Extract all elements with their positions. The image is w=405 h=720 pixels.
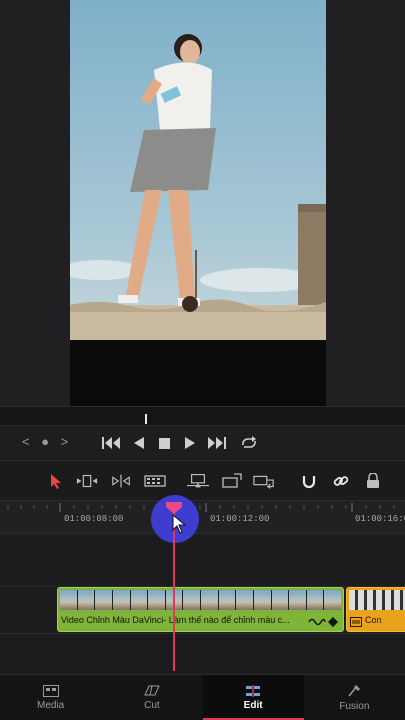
selection-tool-button[interactable] (45, 471, 67, 491)
dynamic-trim-icon (112, 474, 130, 488)
linked-selection-toggle[interactable] (330, 471, 352, 491)
viewer-scrubber[interactable] (0, 406, 405, 426)
skip-forward-icon (208, 437, 226, 449)
timeline-ruler[interactable]: 01:00:08:00 01:00:12:00 01:00:16:00 (0, 500, 405, 534)
blade-icon (144, 475, 166, 487)
ruler-ticks (7, 503, 395, 512)
transport-controls: < ● > (0, 426, 405, 460)
fusion-icon (348, 684, 361, 696)
playhead-handle[interactable] (166, 502, 182, 514)
skip-back-icon (102, 437, 120, 449)
page-tab-label: Edit (243, 699, 263, 711)
timecode-label: 01:00:08:00 (64, 514, 124, 524)
video-clip[interactable]: Video Chỉnh Màu DaVinci- Làm thế nào để … (57, 587, 344, 632)
trim-icon (76, 474, 98, 488)
page-tab-cut[interactable]: Cut (101, 675, 202, 720)
blade-tool-button[interactable] (144, 471, 166, 491)
overwrite-clip-icon (222, 473, 242, 488)
keyframe-icon (328, 617, 338, 627)
play-reverse-icon (134, 437, 144, 449)
loop-icon (242, 436, 256, 448)
media-icon (42, 684, 59, 697)
loop-button[interactable] (238, 434, 260, 452)
insert-clip-button[interactable] (187, 471, 209, 491)
video-frame-image (70, 0, 326, 340)
edit-toolbar (0, 460, 405, 500)
go-to-start-button[interactable] (100, 434, 122, 452)
page-tab-label: Cut (144, 699, 160, 711)
dynamic-trim-button[interactable] (110, 471, 132, 491)
page-tab-label: Media (37, 699, 65, 711)
next-clip[interactable]: Con (346, 587, 405, 632)
page-tab-media[interactable]: Media (0, 675, 101, 720)
magnet-icon (302, 476, 316, 489)
clip-thumbnails (349, 590, 405, 610)
audio-waveform-icon (308, 618, 326, 626)
go-to-end-button[interactable] (206, 434, 228, 452)
replace-clip-icon (253, 475, 274, 489)
davinci-resolve-app: < ● > 01:00:08:00 01:00:12:00 01:00:16: … (0, 0, 405, 720)
overwrite-clip-button[interactable] (220, 471, 242, 491)
position-lock-toggle[interactable] (362, 471, 384, 491)
link-icon (333, 476, 349, 486)
replace-clip-button[interactable] (253, 471, 275, 491)
stop-icon (158, 437, 170, 449)
mouse-pointer-icon (172, 514, 186, 534)
viewer-nav-arrows[interactable]: < ● > (22, 434, 72, 449)
clip-name: Video Chỉnh Màu DaVinci- Làm thế nào để … (61, 615, 290, 625)
page-navigation-bar: Media Cut Edit Fusion (0, 674, 405, 720)
fusion-clip-icon (350, 617, 362, 627)
page-tab-edit[interactable]: Edit (202, 675, 305, 720)
stop-button[interactable] (153, 434, 175, 452)
page-tab-label: Fusion (339, 700, 370, 712)
cut-icon (144, 685, 160, 695)
lock-icon (367, 473, 379, 488)
trim-tool-button[interactable] (76, 471, 98, 491)
clip-thumbnails (60, 590, 341, 610)
insert-clip-icon (187, 473, 209, 488)
scrubber-position-marker[interactable] (145, 414, 147, 424)
play-reverse-button[interactable] (128, 434, 150, 452)
track-divider (0, 633, 405, 634)
edit-icon (246, 684, 261, 697)
timecode-label: 01:00:12:00 (210, 514, 270, 524)
snapping-toggle[interactable] (298, 471, 320, 491)
play-icon (185, 437, 195, 449)
viewer-frame (70, 0, 326, 406)
clip-name: Con (365, 615, 382, 625)
play-button[interactable] (179, 434, 201, 452)
timecode-label: 01:00:16:00 (355, 514, 405, 524)
pointer-icon (51, 474, 61, 489)
viewer-panel (0, 0, 405, 406)
page-tab-fusion[interactable]: Fusion (304, 675, 405, 720)
